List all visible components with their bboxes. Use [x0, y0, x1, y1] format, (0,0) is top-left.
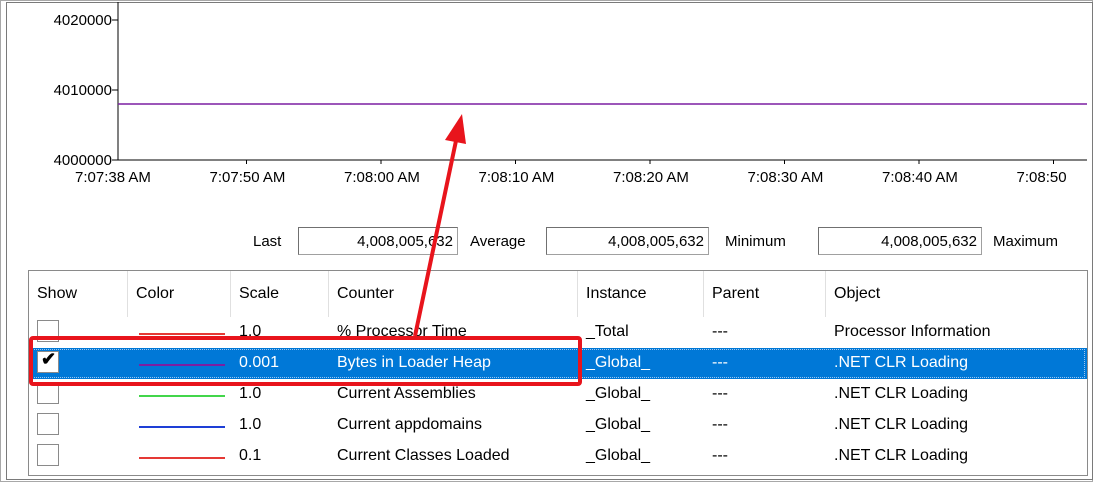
cell-parent: ---	[712, 447, 728, 464]
cell-instance: _Total	[586, 323, 629, 340]
column-header-scale[interactable]: Scale	[231, 271, 329, 317]
cell-object: .NET CLR Loading	[834, 447, 968, 464]
x-tick-label: 7:08:00 AM	[344, 169, 420, 186]
cell-scale: 1.0	[239, 416, 262, 433]
minimum-label: Minimum	[725, 233, 786, 250]
x-tick-label: 7:07:38 AM	[75, 169, 151, 186]
annotation-highlight-box	[29, 336, 582, 386]
cell-counter: Current appdomains	[337, 416, 482, 433]
cell-parent: ---	[712, 385, 728, 402]
cell-object: Processor Information	[834, 323, 991, 340]
y-tick-label: 4010000	[54, 82, 112, 99]
cell-instance: _Global_	[586, 416, 651, 433]
x-tick-label: 7:08:10 AM	[479, 169, 555, 186]
average-label: Average	[470, 233, 526, 250]
cell-parent: ---	[712, 416, 728, 433]
x-tick-label: 7:08:40 AM	[882, 169, 958, 186]
counter-list-header: Show Color Scale Counter Instance Parent…	[29, 271, 1087, 317]
column-header-color[interactable]: Color	[128, 271, 231, 317]
counter-color-swatch	[139, 426, 225, 428]
counter-color-swatch	[139, 395, 225, 397]
last-label: Last	[253, 233, 282, 250]
column-header-show[interactable]: Show	[29, 271, 128, 317]
column-header-counter[interactable]: Counter	[329, 271, 578, 317]
y-tick-label: 4000000	[54, 152, 112, 169]
x-tick-label: 7:08:20 AM	[613, 169, 689, 186]
cell-object: .NET CLR Loading	[834, 416, 968, 433]
cell-counter: Current Classes Loaded	[337, 447, 510, 464]
x-tick-label: 7:08:50	[1017, 169, 1067, 186]
column-header-instance[interactable]: Instance	[578, 271, 704, 317]
y-tick-label: 4020000	[54, 12, 112, 29]
cell-object: .NET CLR Loading	[834, 385, 968, 402]
counter-color-swatch	[139, 457, 225, 459]
last-value-field: 4,008,005,632	[298, 227, 458, 255]
show-checkbox[interactable]	[37, 444, 59, 466]
cell-parent: ---	[712, 323, 728, 340]
counter-color-swatch	[139, 333, 225, 335]
show-checkbox[interactable]	[37, 413, 59, 435]
cell-instance: _Global_	[586, 385, 651, 402]
cell-counter: Current Assemblies	[337, 385, 476, 402]
x-tick-label: 7:07:50 AM	[210, 169, 286, 186]
minimum-value-field: 4,008,005,632	[818, 227, 982, 255]
maximum-label: Maximum	[993, 233, 1059, 250]
average-value-field: 4,008,005,632	[546, 227, 709, 255]
cell-scale: 0.1	[239, 447, 262, 464]
table-row[interactable]: 1.0 Current appdomains _Global_ --- .NET CLR…	[29, 410, 1087, 441]
column-header-object[interactable]: Object	[826, 271, 1087, 317]
cell-scale: 1.0	[239, 385, 262, 402]
table-row[interactable]: 0.1 Current Classes Loaded _Global_ --- .NET…	[29, 441, 1087, 472]
x-tick-label: 7:08:30 AM	[748, 169, 824, 186]
column-header-parent[interactable]: Parent	[704, 271, 826, 317]
cell-instance: _Global_	[586, 447, 651, 464]
performance-chart[interactable]: 4020000 4010000 40000007:07:38 AM 7:07:50 A…	[0, 0, 1095, 220]
